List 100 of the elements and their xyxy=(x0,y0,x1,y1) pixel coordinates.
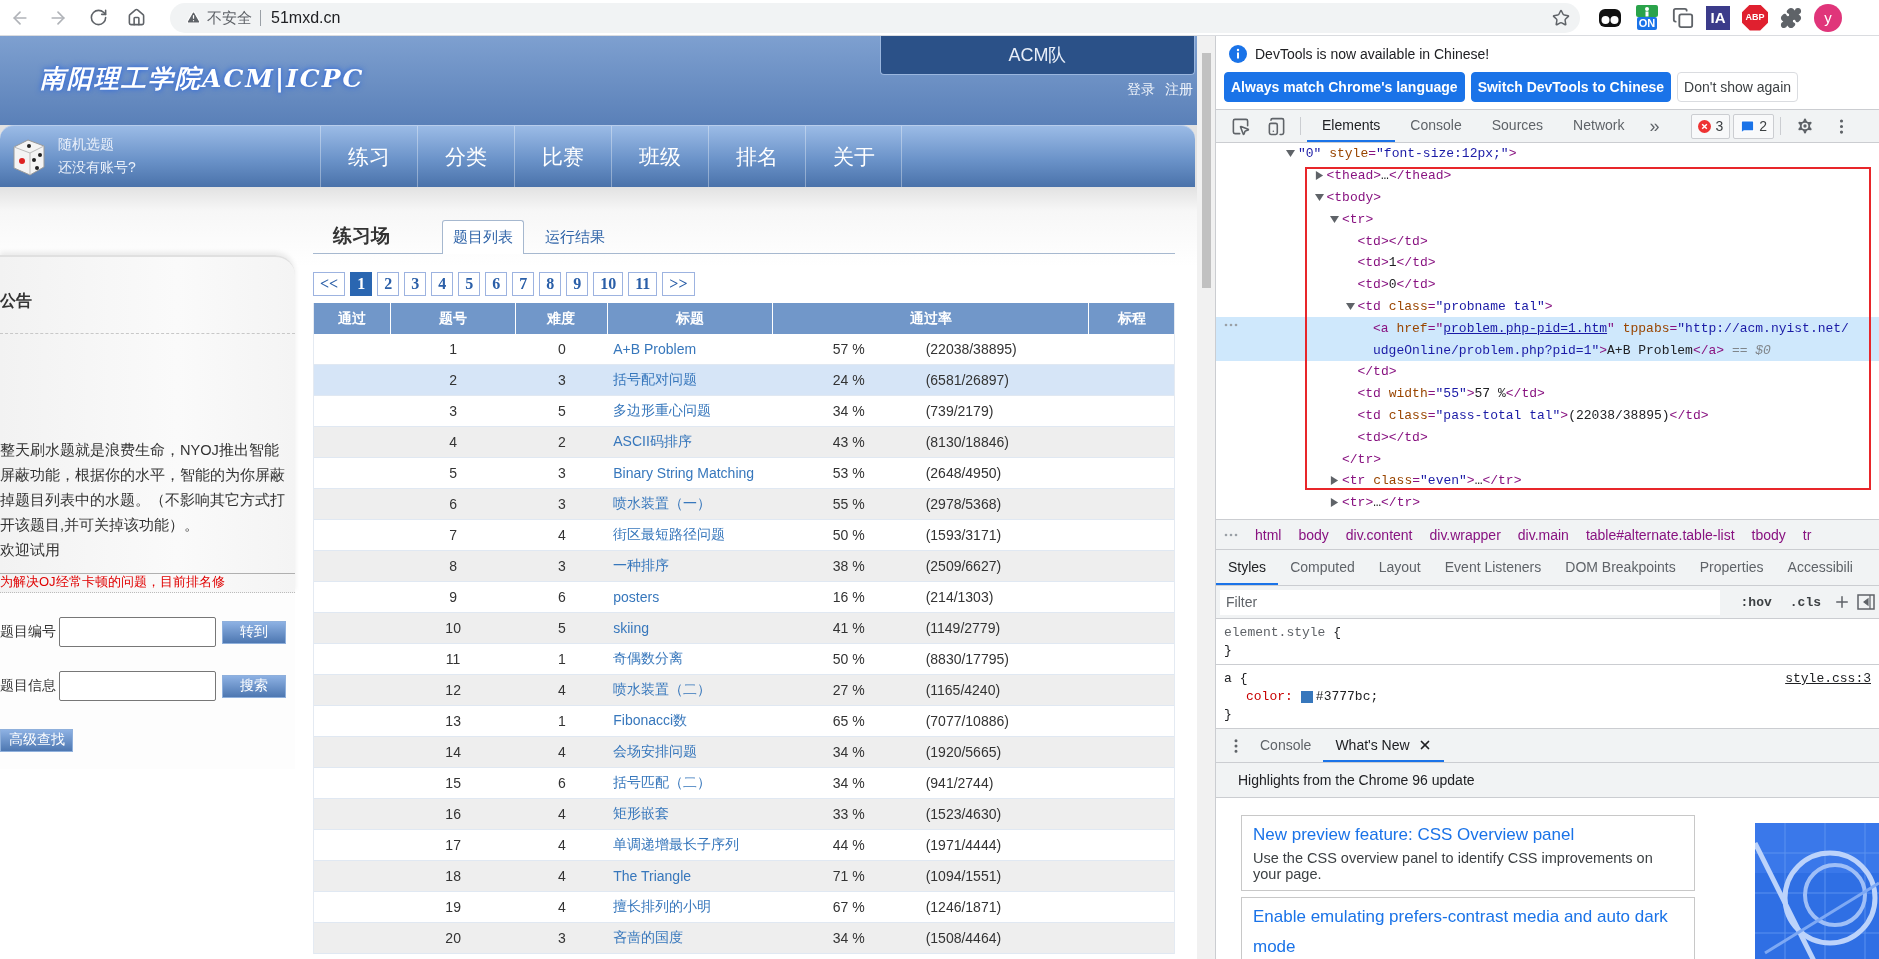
problem-link[interactable]: ASCII码排序 xyxy=(613,433,692,451)
devtools-tab[interactable]: Sources xyxy=(1476,110,1559,142)
documents-icon[interactable] xyxy=(1672,6,1694,29)
disclosure-triangle-icon[interactable] xyxy=(1345,301,1355,311)
style-toggle-button[interactable]: :hov xyxy=(1734,594,1778,610)
table-row[interactable]: 20 3 吝啬的国度 34 % (1508/4464) xyxy=(314,923,1174,954)
account-link[interactable]: 登录 xyxy=(1127,81,1155,99)
breadcrumb[interactable]: body xyxy=(1298,526,1329,543)
submit-button[interactable]: 搜索 xyxy=(222,674,286,698)
devtools-tab[interactable]: Elements xyxy=(1307,110,1396,142)
profile-avatar[interactable]: y xyxy=(1814,3,1842,32)
message-count-button[interactable]: 2 xyxy=(1733,113,1775,139)
styles-tab[interactable]: Event Listeners xyxy=(1432,550,1554,585)
scrollbar-thumb[interactable] xyxy=(1201,53,1211,288)
news-title-link[interactable]: New preview feature: CSS Overview panel xyxy=(1253,820,1683,850)
account-link[interactable]: 注册 xyxy=(1165,81,1193,99)
disclosure-triangle-icon[interactable] xyxy=(1314,171,1324,181)
page-button[interactable]: 4 xyxy=(431,272,454,296)
puzzle-icon[interactable] xyxy=(1780,6,1802,29)
page-button[interactable]: 10 xyxy=(593,272,624,296)
extension-button[interactable]: ON xyxy=(1634,3,1660,32)
problem-link[interactable]: 矩形嵌套 xyxy=(613,805,670,823)
problem-link[interactable]: The Triangle xyxy=(613,868,692,884)
problem-link[interactable]: 会场安排问题 xyxy=(613,743,698,761)
table-row[interactable]: 14 4 会场安排问题 34 % (1920/5665) xyxy=(314,737,1174,768)
table-row[interactable]: 6 3 喷水装置（一） 55 % (2978/5368) xyxy=(314,489,1174,520)
styles-tab[interactable]: Layout xyxy=(1366,550,1433,585)
input-field[interactable] xyxy=(59,617,216,647)
style-toggle-button[interactable]: .cls xyxy=(1783,594,1827,610)
reload-icon[interactable] xyxy=(88,8,108,27)
inspect-icon[interactable] xyxy=(1230,116,1250,136)
mask-icon[interactable] xyxy=(1598,7,1622,28)
news-title-link[interactable]: Enable emulating prefers-contrast media and auto dark mode xyxy=(1253,902,1683,959)
problem-link[interactable]: 街区最短路径问题 xyxy=(613,526,726,544)
table-row[interactable]: 12 4 喷水装置（二） 27 % (1165/4240) xyxy=(314,675,1174,706)
problem-link[interactable]: 单调递增最长子序列 xyxy=(613,836,740,854)
tab[interactable]: 运行结果 xyxy=(534,220,616,254)
problem-link[interactable]: 括号配对问题 xyxy=(613,371,698,389)
problem-link[interactable]: 喷水装置（一） xyxy=(613,495,712,513)
problem-link[interactable]: 吝啬的国度 xyxy=(613,929,684,947)
table-row[interactable]: 18 4 The Triangle 71 % (1094/1551) xyxy=(314,861,1174,892)
page-button[interactable]: 2 xyxy=(377,272,400,296)
source-link[interactable]: style.css:3 xyxy=(1785,671,1871,686)
styles-tab[interactable]: Accessibili xyxy=(1775,550,1865,585)
disclosure-triangle-icon[interactable] xyxy=(1286,149,1295,159)
attribute-link[interactable]: problem.php-pid=1.htm xyxy=(1443,320,1608,336)
page-button[interactable]: << xyxy=(313,272,346,296)
extension-button[interactable]: IA xyxy=(1706,5,1730,30)
device-icon[interactable] xyxy=(1266,116,1286,136)
problem-link[interactable]: 多边形重心问题 xyxy=(613,402,712,420)
problem-link[interactable]: A+B Problem xyxy=(613,341,697,357)
drawer-tab[interactable]: Console xyxy=(1248,729,1324,762)
problem-link[interactable]: 括号匹配（二） xyxy=(613,774,712,792)
page-button[interactable]: 1 xyxy=(350,272,373,296)
disclosure-triangle-icon[interactable] xyxy=(1330,498,1339,508)
page-button[interactable]: 5 xyxy=(458,272,481,296)
page-button[interactable]: 9 xyxy=(566,272,589,296)
devtools-tab[interactable]: Console xyxy=(1395,110,1477,142)
devtools-tab[interactable]: Network xyxy=(1558,110,1640,142)
problem-link[interactable]: posters xyxy=(613,589,660,605)
styles-tab[interactable]: DOM Breakpoints xyxy=(1553,550,1688,585)
language-button[interactable]: Don't show again xyxy=(1677,72,1799,102)
more-tabs-button[interactable]: » xyxy=(1639,110,1670,142)
breadcrumb[interactable]: html xyxy=(1255,526,1282,543)
styles-tab[interactable]: Computed xyxy=(1278,550,1367,585)
input-field[interactable] xyxy=(59,671,216,701)
breadcrumb[interactable]: tr xyxy=(1802,526,1812,543)
table-row[interactable]: 16 4 矩形嵌套 33 % (1523/4630) xyxy=(314,799,1174,830)
home-icon[interactable] xyxy=(126,8,146,27)
breadcrumb[interactable]: div.main xyxy=(1517,526,1569,543)
problem-link[interactable]: 擅长排列的小明 xyxy=(613,898,712,916)
breadcrumb[interactable]: table#alternate.table-list xyxy=(1585,526,1735,543)
disclosure-triangle-icon[interactable] xyxy=(1330,476,1339,486)
problem-link[interactable]: 一种排序 xyxy=(613,557,670,575)
table-row[interactable]: 10 5 skiing 41 % (1149/2779) xyxy=(314,613,1174,644)
selected-dom-row[interactable]: <a href="problem.php-pid=1.htm" tppabs="http://acm.nyist.net/ xyxy=(1216,317,1879,340)
problem-link[interactable]: skiing xyxy=(613,620,650,636)
page-button[interactable]: 6 xyxy=(485,272,508,296)
page-button[interactable]: 7 xyxy=(512,272,535,296)
color-swatch[interactable] xyxy=(1300,690,1313,703)
breadcrumb[interactable]: tbody xyxy=(1751,526,1786,543)
problem-link[interactable]: Binary String Matching xyxy=(613,465,755,481)
page-button[interactable]: >> xyxy=(662,272,695,296)
breadcrumb[interactable]: div.content xyxy=(1345,526,1413,543)
styles-tab[interactable]: Properties xyxy=(1687,550,1776,585)
problem-link[interactable]: 奇偶数分离 xyxy=(613,650,684,668)
page-button[interactable]: 8 xyxy=(539,272,562,296)
new-rule-icon[interactable] xyxy=(1833,593,1851,611)
disclosure-triangle-icon[interactable] xyxy=(1314,193,1324,202)
bookmark-star-icon[interactable] xyxy=(1552,8,1570,27)
page-button[interactable]: 3 xyxy=(404,272,427,296)
language-button[interactable]: Always match Chrome's language xyxy=(1224,72,1465,102)
table-row[interactable]: 2 3 括号配对问题 24 % (6581/26897) xyxy=(314,365,1174,396)
table-row[interactable]: 8 3 一种排序 38 % (2509/6627) xyxy=(314,551,1174,582)
breadcrumb[interactable]: div.wrapper xyxy=(1429,526,1501,543)
sidebar-toggle-icon[interactable] xyxy=(1857,593,1875,611)
tab[interactable]: 题目列表 xyxy=(442,220,524,254)
address-bar[interactable]: 不安全 51mxd.cn xyxy=(170,2,1580,33)
selected-dom-row[interactable]: udgeOnline/problem.php?pid=1">A+B Problem</a> == $0 xyxy=(1216,339,1879,361)
page-button[interactable]: 11 xyxy=(628,272,658,296)
